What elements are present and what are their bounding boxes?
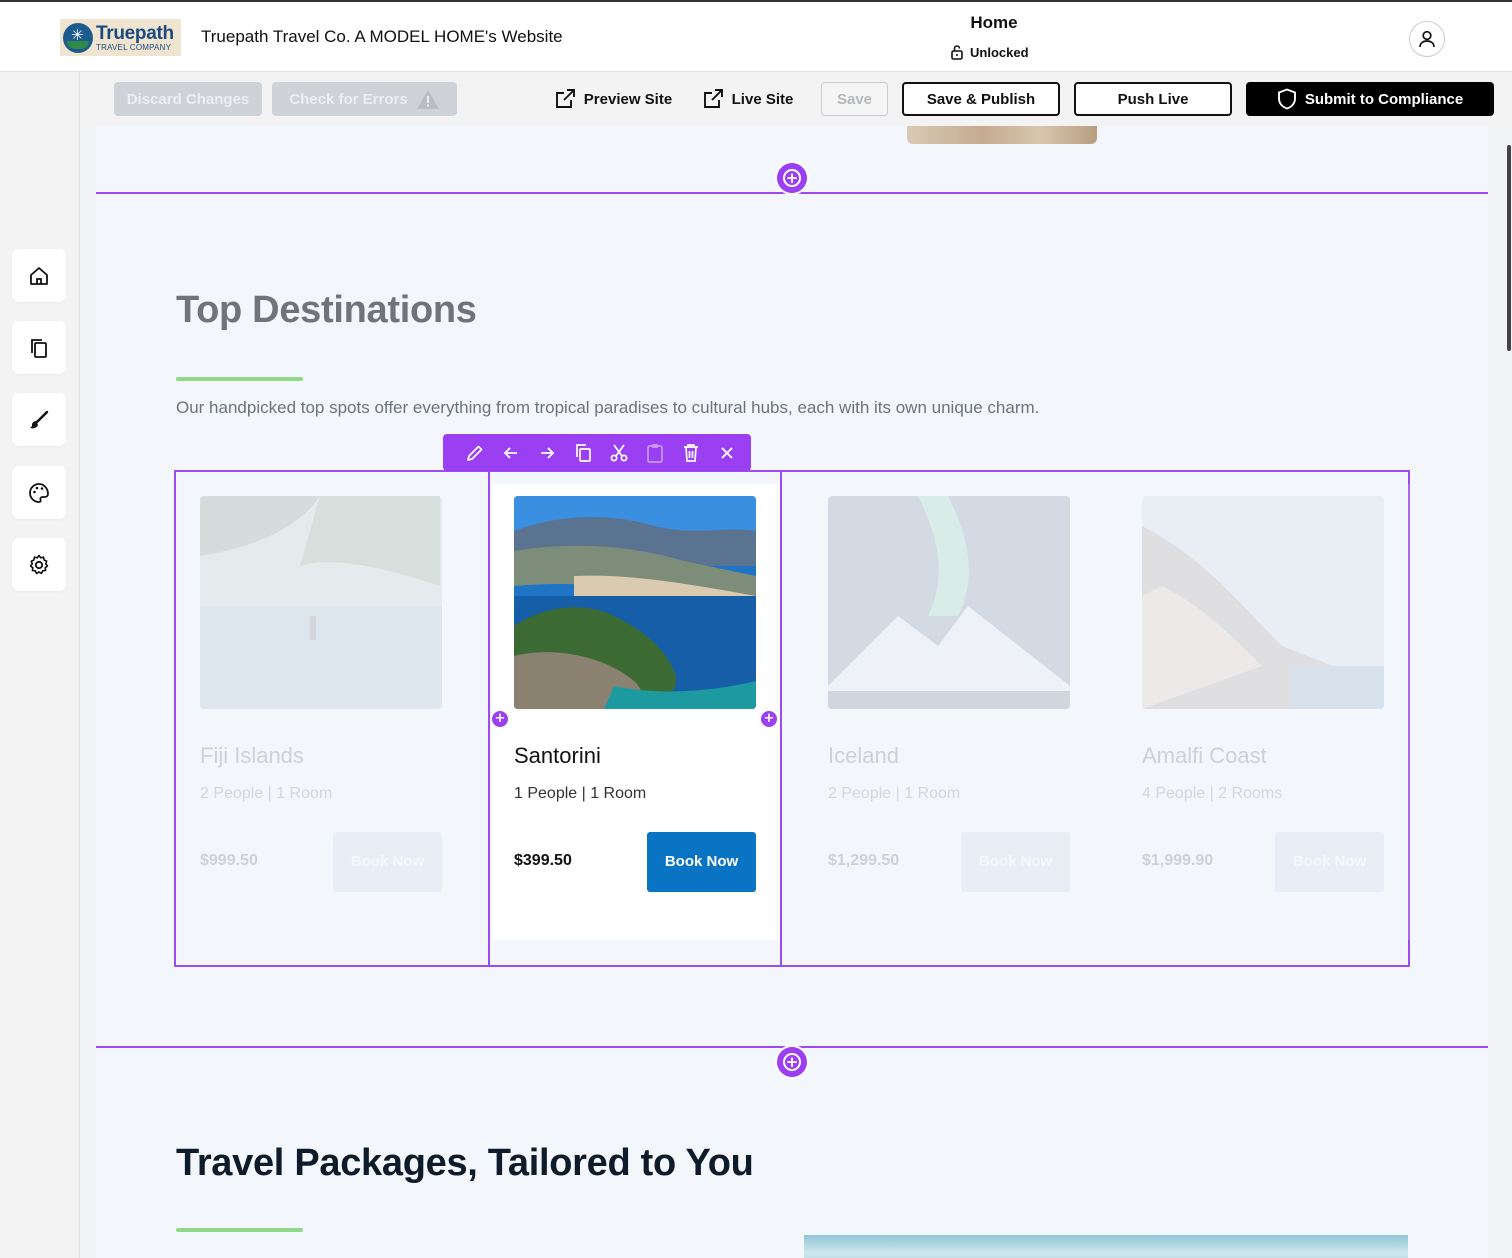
live-site-button[interactable]: Live Site bbox=[699, 82, 796, 116]
selected-card-outline bbox=[488, 470, 782, 967]
logo-name: Truepath bbox=[96, 22, 174, 44]
card-price: $1,999.90 bbox=[1142, 852, 1214, 869]
destination-card-iceland[interactable]: Iceland 2 People | 1 Room $1,299.50 Book… bbox=[806, 484, 1096, 940]
packages-image[interactable] bbox=[804, 1235, 1408, 1258]
warning-icon bbox=[416, 89, 439, 109]
element-toolbar bbox=[443, 434, 751, 471]
user-icon bbox=[1419, 30, 1435, 48]
destinations-accent-line bbox=[176, 377, 303, 381]
move-right-button[interactable] bbox=[529, 438, 565, 468]
sidebar-item-theme[interactable] bbox=[12, 466, 66, 519]
destinations-description[interactable]: Our handpicked top spots offer everythin… bbox=[176, 398, 1039, 418]
add-section-button[interactable]: + bbox=[777, 1047, 807, 1077]
save-button[interactable]: Save bbox=[821, 82, 888, 116]
card-price: $1,299.50 bbox=[828, 852, 900, 869]
move-left-button[interactable] bbox=[493, 438, 529, 468]
lock-status-label: Unlocked bbox=[970, 44, 1029, 60]
packages-accent-line bbox=[176, 1228, 303, 1232]
external-link-icon bbox=[703, 89, 723, 108]
duplicate-button[interactable] bbox=[565, 438, 601, 468]
save-publish-button[interactable]: Save & Publish bbox=[902, 82, 1060, 116]
plus-icon: + bbox=[783, 1053, 801, 1071]
company-logo: ✳ Truepath TRAVEL COMPANY bbox=[60, 19, 181, 56]
push-live-label: Push Live bbox=[1117, 90, 1189, 108]
top-bar: ✳ Truepath TRAVEL COMPANY Truepath Trave… bbox=[0, 0, 1512, 72]
card-image-fiji[interactable] bbox=[200, 496, 442, 709]
arrow-right-icon bbox=[541, 446, 555, 459]
card-name: Fiji Islands bbox=[200, 743, 304, 768]
edit-button[interactable] bbox=[457, 438, 493, 468]
sidebar-item-home[interactable] bbox=[12, 249, 66, 302]
destinations-title[interactable]: Top Destinations bbox=[176, 289, 477, 332]
save-label: Save bbox=[836, 90, 873, 108]
push-live-button[interactable]: Push Live bbox=[1074, 82, 1232, 116]
save-publish-label: Save & Publish bbox=[926, 90, 1036, 108]
paste-button[interactable] bbox=[637, 438, 673, 468]
trash-icon bbox=[684, 443, 698, 462]
check-errors-button[interactable]: Check for Errors bbox=[272, 82, 457, 116]
book-now-button[interactable]: Book Now bbox=[961, 832, 1070, 892]
pages-icon bbox=[31, 338, 47, 358]
arrow-left-icon bbox=[503, 446, 517, 459]
book-now-label: Book Now bbox=[350, 852, 425, 870]
gear-icon bbox=[29, 554, 49, 574]
cut-button[interactable] bbox=[601, 438, 637, 468]
scrollbar-thumb[interactable] bbox=[1507, 145, 1511, 351]
logo-subtitle: TRAVEL COMPANY bbox=[96, 42, 172, 52]
close-toolbar-button[interactable] bbox=[709, 438, 745, 468]
packages-title[interactable]: Travel Packages, Tailored to You bbox=[176, 1142, 754, 1185]
submit-compliance-label: Submit to Compliance bbox=[1304, 90, 1464, 108]
home-icon bbox=[30, 266, 48, 285]
destination-card-fiji[interactable]: Fiji Islands 2 People | 1 Room $999.50 B… bbox=[178, 484, 468, 940]
book-now-label: Book Now bbox=[978, 852, 1053, 870]
left-sidebar bbox=[0, 72, 80, 1258]
sidebar-item-design[interactable] bbox=[12, 393, 66, 446]
card-name: Iceland bbox=[828, 743, 899, 768]
user-account-button[interactable] bbox=[1409, 21, 1445, 57]
add-element-right-button[interactable]: + bbox=[759, 709, 779, 729]
preview-site-button[interactable]: Preview Site bbox=[550, 82, 676, 116]
add-element-left-button[interactable]: + bbox=[490, 709, 510, 729]
card-price: $999.50 bbox=[200, 852, 258, 869]
book-now-button[interactable]: Book Now bbox=[333, 832, 442, 892]
logo-mark-icon: ✳ bbox=[63, 22, 93, 53]
card-name: Amalfi Coast bbox=[1142, 743, 1267, 768]
discard-changes-label: Discard Changes bbox=[126, 90, 250, 108]
copy-icon bbox=[576, 443, 591, 462]
discard-changes-button[interactable]: Discard Changes bbox=[114, 82, 262, 116]
card-image-iceland[interactable] bbox=[828, 496, 1070, 709]
site-title: Truepath Travel Co. A MODEL HOME's Websi… bbox=[201, 27, 563, 46]
preview-site-label: Preview Site bbox=[583, 90, 673, 108]
external-link-icon bbox=[555, 89, 575, 108]
card-image-amalfi[interactable] bbox=[1142, 496, 1384, 709]
editor-toolbar: Discard Changes Check for Errors Preview… bbox=[80, 72, 1512, 126]
sidebar-item-settings[interactable] bbox=[12, 538, 66, 591]
add-section-button[interactable]: + bbox=[777, 163, 807, 193]
card-meta: 2 People | 1 Room bbox=[828, 785, 961, 802]
current-page-name[interactable]: Home bbox=[944, 13, 1044, 33]
scissors-icon bbox=[610, 443, 628, 461]
clipboard-icon bbox=[647, 443, 663, 463]
lock-icon bbox=[951, 45, 963, 60]
lock-status[interactable]: Unlocked bbox=[950, 44, 1029, 60]
book-now-label: Book Now bbox=[1292, 852, 1367, 870]
card-meta: 4 People | 2 Rooms bbox=[1142, 785, 1283, 802]
book-now-button[interactable]: Book Now bbox=[1275, 832, 1384, 892]
palette-icon bbox=[29, 482, 49, 503]
live-site-label: Live Site bbox=[731, 90, 794, 108]
pencil-icon bbox=[467, 445, 483, 461]
page-canvas: + Top Destinations Our handpicked top sp… bbox=[96, 126, 1488, 1258]
card-meta: 2 People | 1 Room bbox=[200, 785, 333, 802]
sidebar-item-pages[interactable] bbox=[12, 321, 66, 374]
delete-button[interactable] bbox=[673, 438, 709, 468]
submit-compliance-button[interactable]: Submit to Compliance bbox=[1246, 82, 1494, 116]
previous-section-image bbox=[907, 126, 1097, 144]
brush-icon bbox=[30, 410, 49, 428]
close-icon bbox=[721, 446, 733, 459]
check-errors-label: Check for Errors bbox=[289, 90, 408, 108]
plus-icon: + bbox=[783, 169, 801, 187]
shield-icon bbox=[1277, 88, 1296, 110]
destination-card-amalfi[interactable]: Amalfi Coast 4 People | 2 Rooms $1,999.9… bbox=[1120, 484, 1410, 940]
